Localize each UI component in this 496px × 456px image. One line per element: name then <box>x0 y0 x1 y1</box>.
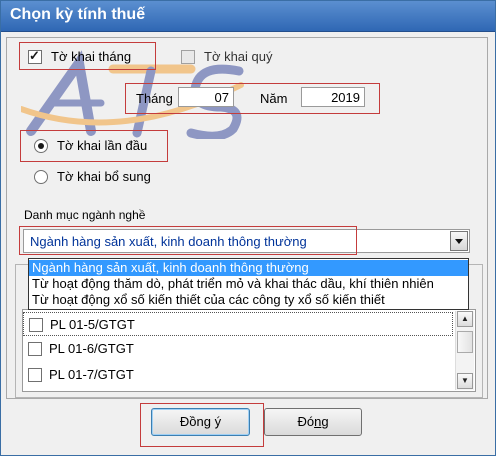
list-item[interactable]: PL 01-5/GTGT <box>23 312 453 336</box>
window-title: Chọn kỳ tính thuế <box>10 6 146 23</box>
appendix-checkbox[interactable] <box>28 368 42 382</box>
dropdown-button[interactable] <box>450 231 468 251</box>
quarterly-checkbox[interactable] <box>181 50 195 64</box>
scroll-down-button[interactable]: ▼ <box>457 373 473 389</box>
appendix-label: PL 01-5/GTGT <box>50 317 135 332</box>
first-declaration-radio[interactable] <box>34 139 48 153</box>
arrow-up-icon: ▲ <box>461 314 469 323</box>
month-label: Tháng <box>136 91 173 106</box>
close-button[interactable]: Đóng <box>264 408 362 436</box>
appendix-checkbox[interactable] <box>28 342 42 356</box>
supplement-declaration-label[interactable]: Tờ khai bổ sung <box>57 169 151 184</box>
appendix-list[interactable]: PL 01-5/GTGT PL 01-6/GTGT PL 01-7/GTGT ▲… <box>22 309 476 392</box>
appendix-label: PL 01-7/GTGT <box>49 367 134 382</box>
close-button-label: Đóng <box>297 414 329 429</box>
vertical-scrollbar[interactable]: ▲ ▼ <box>455 311 474 390</box>
list-item[interactable]: PL 01-6/GTGT <box>23 337 453 361</box>
scroll-thumb[interactable] <box>457 331 473 353</box>
year-input[interactable]: 2019 <box>301 87 365 107</box>
dialog-window: Chọn kỳ tính thuế Tờ khai tháng Tờ khai … <box>0 0 496 456</box>
title-bar[interactable]: Chọn kỳ tính thuế <box>1 1 495 32</box>
supplement-declaration-radio[interactable] <box>34 170 48 184</box>
monthly-highlight <box>19 42 156 70</box>
list-item[interactable]: PL 01-7/GTGT <box>23 363 453 387</box>
dropdown-option[interactable]: Từ hoạt động xổ số kiến thiết của các cô… <box>29 292 468 308</box>
ok-button-label: Đồng ý <box>179 414 222 429</box>
arrow-down-icon: ▼ <box>461 376 469 385</box>
dropdown-option[interactable]: Từ hoạt động thăm dò, phát triển mỏ và k… <box>29 276 468 292</box>
first-declaration-label[interactable]: Tờ khai lần đầu <box>57 138 147 153</box>
industry-dropdown-list[interactable]: Ngành hàng sản xuất, kinh doanh thông th… <box>28 258 469 310</box>
chevron-down-icon <box>455 239 463 244</box>
year-label: Năm <box>260 91 288 106</box>
appendix-checkbox[interactable] <box>29 318 43 332</box>
ok-button[interactable]: Đồng ý <box>151 408 250 436</box>
dropdown-option[interactable]: Ngành hàng sản xuất, kinh doanh thông th… <box>29 260 468 276</box>
quarterly-label[interactable]: Tờ khai quý <box>204 49 273 64</box>
appendix-label: PL 01-6/GTGT <box>49 341 134 356</box>
scroll-up-button[interactable]: ▲ <box>457 311 473 327</box>
month-input[interactable]: 07 <box>178 87 234 107</box>
industry-highlight <box>19 226 357 255</box>
industry-label: Danh mục ngành nghề <box>24 208 146 222</box>
